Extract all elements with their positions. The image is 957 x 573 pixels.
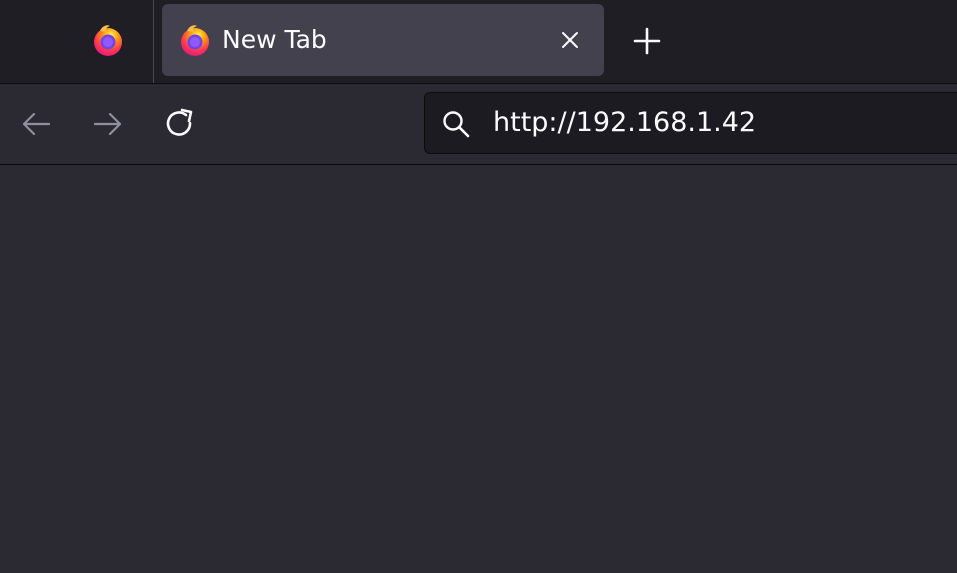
page-content[interactable]	[0, 165, 957, 573]
tab-title: New Tab	[222, 25, 327, 54]
tab-strip: New Tab	[0, 0, 957, 84]
new-tab-button[interactable]	[630, 24, 664, 58]
forward-button[interactable]	[90, 106, 126, 142]
url-text[interactable]: http://192.168.1.42	[493, 105, 756, 141]
search-icon	[443, 111, 470, 138]
back-button[interactable]	[18, 106, 54, 142]
close-icon[interactable]	[558, 28, 582, 52]
tab-new-tab[interactable]: New Tab	[162, 4, 604, 76]
pinned-tab[interactable]	[0, 0, 154, 83]
firefox-logo-icon	[181, 25, 209, 56]
reload-button[interactable]	[162, 106, 198, 142]
firefox-logo-icon	[94, 25, 122, 56]
address-bar[interactable]: http://192.168.1.42	[424, 92, 957, 154]
navigation-toolbar: http://192.168.1.42	[0, 84, 957, 165]
